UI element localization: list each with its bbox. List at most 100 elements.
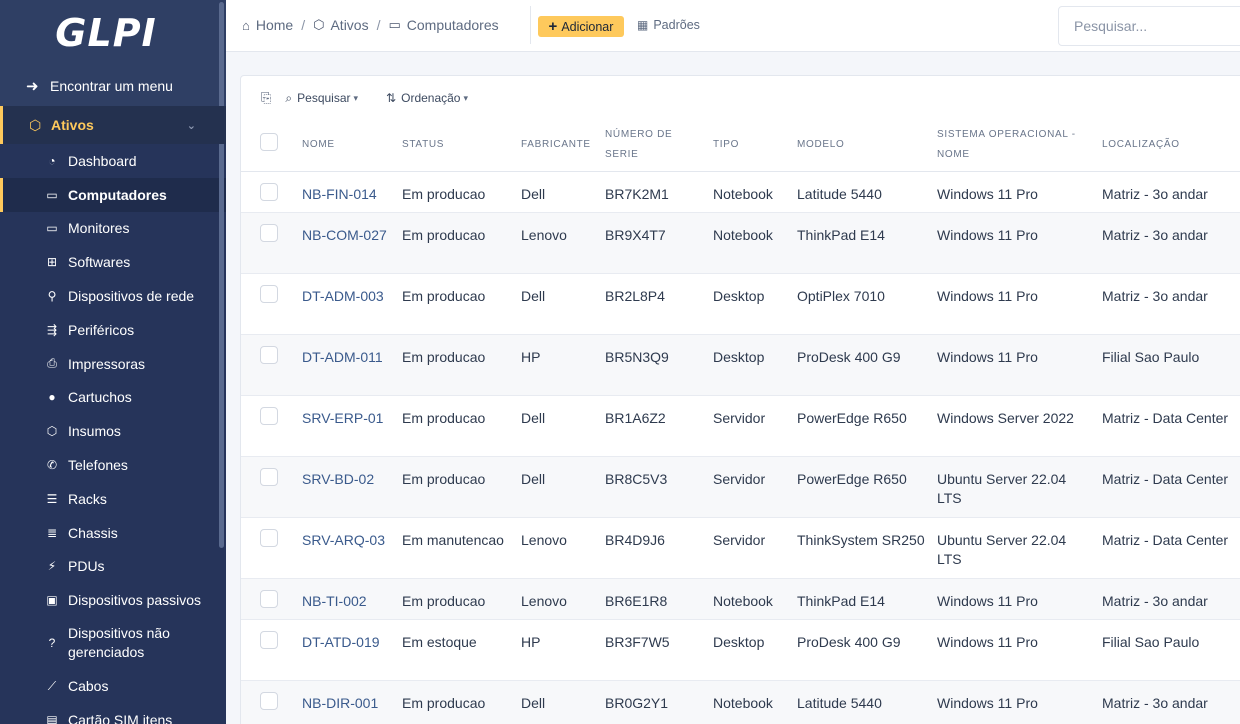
table-cell: Notebook	[713, 171, 797, 213]
computer-name-link[interactable]: DT-ADM-011	[302, 334, 402, 396]
sidebar-item-label: Insumos	[68, 423, 121, 440]
computer-name-link[interactable]: NB-COM-027	[302, 212, 402, 274]
row-select-cell	[241, 273, 302, 335]
column-header[interactable]: TIPO	[713, 120, 797, 172]
computer-name-link[interactable]: SRV-BD-02	[302, 456, 402, 518]
table-cell: Em producao	[402, 212, 521, 274]
sidebar-section-ativos[interactable]: ⬡ Ativos ⌄	[0, 106, 226, 144]
sidebar-item-label: Cartão SIM itens	[68, 711, 173, 724]
table-row[interactable]: SRV-ARQ-03 Em manutencao Lenovo BR4D9J6 Serv…	[241, 517, 1240, 579]
sidebar-item-softwares[interactable]: ⊞ Softwares	[0, 245, 226, 279]
table-row[interactable]: NB-COM-027 Em producao Lenovo BR9X4T7 Notebo…	[241, 212, 1240, 274]
column-header[interactable]: FABRICANTE	[521, 120, 605, 172]
search-input[interactable]	[1074, 18, 1234, 34]
add-button[interactable]: + Adicionar	[538, 16, 624, 37]
cable-icon: ⟋	[47, 678, 57, 693]
device-icon: ▣	[46, 593, 58, 608]
sidebar-item-perifericos[interactable]: ⇶ Periféricos	[0, 313, 226, 347]
select-all-checkbox[interactable]	[260, 133, 278, 152]
row-select-cell	[241, 171, 302, 213]
row-checkbox[interactable]	[260, 630, 278, 649]
column-header[interactable]: LOCALIZAÇÃO	[1102, 120, 1240, 172]
table-row[interactable]: SRV-BD-02 Em producao Dell BR8C5V3 Servidor P…	[241, 456, 1240, 518]
computer-name-link[interactable]: SRV-ERP-01	[302, 395, 402, 457]
table-row[interactable]: DT-ATD-019 Em estoque HP BR3F7W5 Desktop ProD…	[241, 619, 1240, 681]
computer-name-link[interactable]: NB-TI-002	[302, 578, 402, 620]
breadcrumb-separator: /	[376, 17, 381, 33]
breadcrumb-home[interactable]: ⌂ Home	[242, 17, 293, 33]
sidebar-item-computadores[interactable]: ▭ Computadores	[0, 177, 226, 212]
sidebar-item-chassis[interactable]: ≣ Chassis	[0, 516, 226, 550]
sidebar-item-cartuchos[interactable]: ● Cartuchos	[0, 381, 226, 415]
sidebar-item-impressoras[interactable]: ⎙ Impressoras	[0, 347, 226, 381]
sidebar-item-label: Dashboard	[68, 152, 137, 169]
row-select-cell	[241, 334, 302, 396]
sidebar-item-racks[interactable]: ☰ Racks	[0, 482, 226, 516]
table-row[interactable]: DT-ADM-003 Em producao Dell BR2L8P4 Desktop O…	[241, 273, 1240, 335]
sidebar-item-insumos[interactable]: ⬡ Insumos	[0, 414, 226, 448]
sidebar-item-dispositivos-de-rede[interactable]: ⚲ Dispositivos de rede	[0, 279, 226, 313]
computer-name-link[interactable]: DT-ADM-003	[302, 273, 402, 335]
sidebar-item-dispositivos-nao-gerenciados[interactable]: ? Dispositivos não gerenciados	[0, 617, 226, 669]
sidebar-item-telefones[interactable]: ✆ Telefones	[0, 448, 226, 482]
column-header[interactable]: STATUS	[402, 120, 521, 172]
row-select-cell	[241, 212, 302, 274]
row-checkbox[interactable]	[260, 345, 278, 364]
row-checkbox[interactable]	[260, 467, 278, 486]
table-cell: BR6E1R8	[605, 578, 713, 620]
computer-name-link[interactable]: NB-DIR-001	[302, 680, 402, 724]
table-cell: BR4D9J6	[605, 517, 713, 579]
row-checkbox[interactable]	[260, 589, 278, 608]
sidebar-item-dispositivos-passivos[interactable]: ▣ Dispositivos passivos	[0, 583, 226, 617]
computer-name-link[interactable]: DT-ATD-019	[302, 619, 402, 681]
computer-name-link[interactable]: SRV-ARQ-03	[302, 517, 402, 579]
sidebar-item-dashboard[interactable]: ◔ Dashboard	[0, 144, 226, 178]
row-checkbox[interactable]	[260, 182, 278, 201]
breadcrumb-separator: /	[301, 17, 306, 33]
sidebar-scrollbar[interactable]	[219, 2, 224, 548]
sidebar-item-pdus[interactable]: ⚡ PDUs	[0, 550, 226, 584]
sidebar-item-label: Dispositivos de rede	[68, 288, 195, 305]
table-cell: BR2L8P4	[605, 273, 713, 335]
table-cell: Windows 11 Pro	[937, 273, 1102, 335]
row-checkbox[interactable]	[260, 691, 278, 710]
column-header[interactable]: NOME	[302, 120, 402, 172]
table-cell: Em producao	[402, 334, 521, 396]
sidebar-item-cartao-sim-itens[interactable]: ▤ Cartão SIM itens	[0, 703, 226, 724]
saved-searches-icon[interactable]: ⎘	[261, 90, 271, 106]
row-select-cell	[241, 619, 302, 681]
column-header[interactable]: SISTEMA OPERACIONAL - NOME	[937, 120, 1102, 172]
table-cell: Dell	[521, 395, 605, 457]
table-row[interactable]: NB-FIN-014 Em producao Dell BR7K2M1 Notebook…	[241, 171, 1240, 213]
row-select-cell	[241, 517, 302, 579]
computer-name-link[interactable]: NB-FIN-014	[302, 171, 402, 213]
table-row[interactable]: DT-ADM-011 Em producao HP BR5N3Q9 Desktop Pro…	[241, 334, 1240, 396]
glpi-logo[interactable]: GLPI	[0, 0, 226, 66]
table-row[interactable]: NB-DIR-001 Em producao Dell BR0G2Y1 Notebook…	[241, 680, 1240, 724]
row-checkbox[interactable]	[260, 406, 278, 425]
sidebar-item-monitores[interactable]: ▭ Monitores	[0, 212, 226, 246]
column-header[interactable]: NÚMERO DE SERIE	[605, 120, 713, 172]
phone-icon: ✆	[46, 458, 58, 473]
row-checkbox[interactable]	[260, 528, 278, 547]
section-label: Ativos	[51, 117, 94, 133]
column-header[interactable]: MODELO	[797, 120, 937, 172]
table-cell: BR7K2M1	[605, 171, 713, 213]
find-menu-link[interactable]: ➜ Encontrar um menu	[0, 66, 226, 106]
table-row[interactable]: NB-TI-002 Em producao Lenovo BR6E1R8 Noteboo…	[241, 578, 1240, 620]
table-row[interactable]: SRV-ERP-01 Em producao Dell BR1A6Z2 Servidor…	[241, 395, 1240, 457]
table-cell: Em estoque	[402, 619, 521, 681]
sidebar-item-label: Cabos	[68, 678, 109, 695]
breadcrumb-assets[interactable]: ⬡ Ativos	[313, 17, 368, 33]
table-cell: OptiPlex 7010	[797, 273, 937, 335]
row-checkbox[interactable]	[260, 284, 278, 303]
breadcrumb-computers[interactable]: ▭ Computadores	[388, 17, 498, 33]
table-cell: Matriz - Data Center	[1102, 395, 1240, 457]
row-checkbox[interactable]	[260, 223, 278, 242]
sort-toggle[interactable]: ⇅ Ordenação ▾	[386, 91, 468, 105]
defaults-link[interactable]: ▦ Padrões	[637, 18, 700, 32]
search-toggle[interactable]: ⌕ Pesquisar ▾	[285, 91, 358, 106]
sort-icon: ⇅	[386, 91, 397, 105]
sidebar-item-cabos[interactable]: ⟋ Cabos	[0, 669, 226, 703]
table-cell: Matriz - 3o andar	[1102, 578, 1240, 620]
